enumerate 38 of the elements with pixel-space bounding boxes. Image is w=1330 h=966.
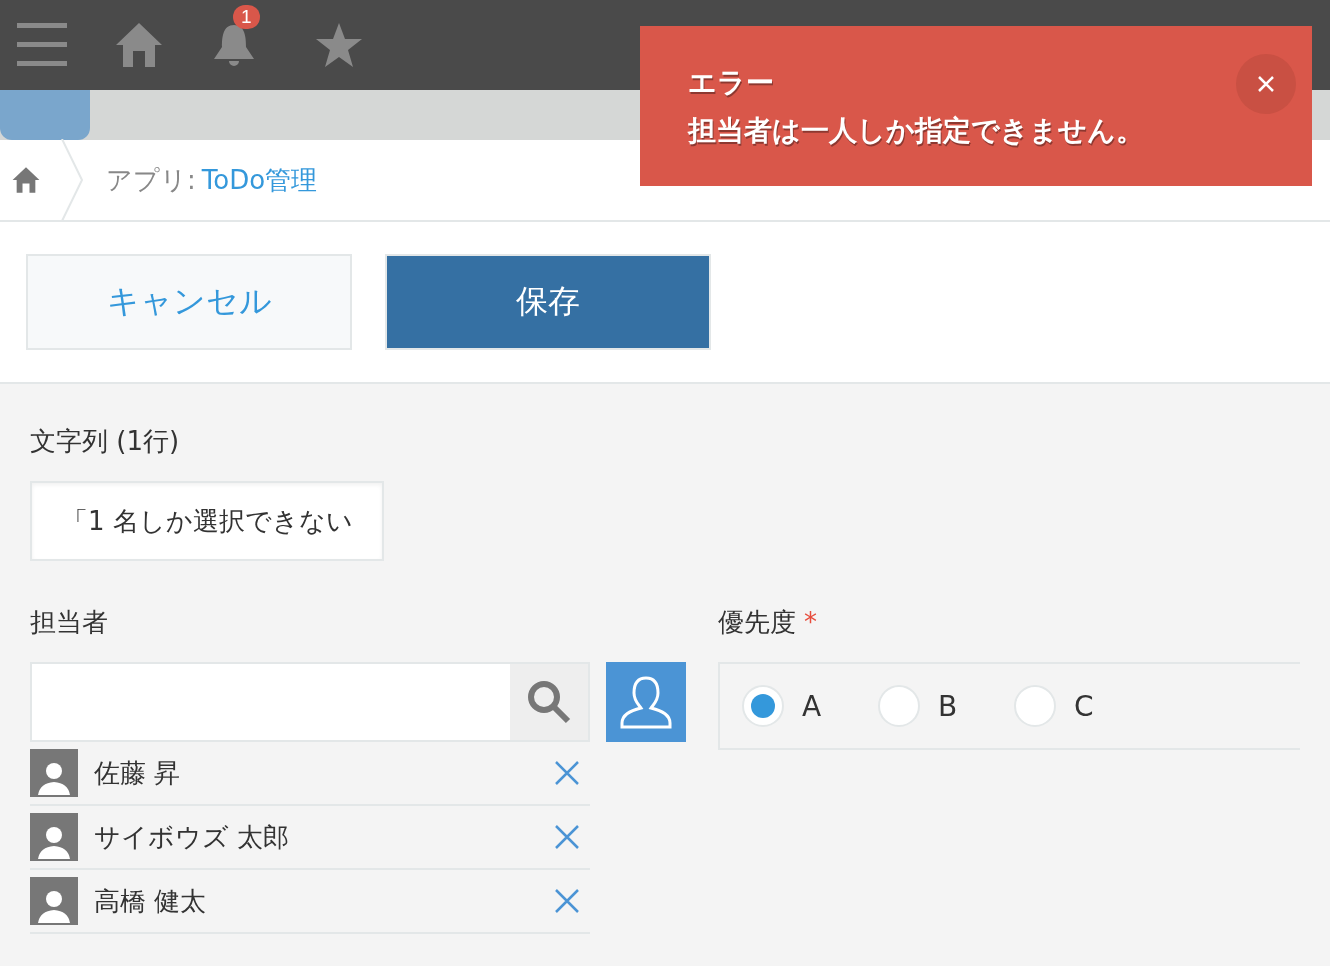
- breadcrumb-prefix: アプリ:: [106, 163, 196, 197]
- close-icon: [554, 760, 580, 786]
- user-name: 高橋 健太: [94, 884, 208, 918]
- home-button[interactable]: [115, 21, 163, 69]
- close-icon: [554, 888, 580, 914]
- search-button[interactable]: [510, 664, 588, 740]
- home-icon: [115, 21, 163, 69]
- field-label: 優先度: [718, 607, 796, 637]
- text-field[interactable]: 「1 名しか選択できない: [30, 481, 384, 561]
- user-picker-button[interactable]: [606, 662, 686, 742]
- toast-title: エラー: [688, 65, 775, 101]
- remove-button[interactable]: [554, 760, 580, 786]
- user-search-field[interactable]: [30, 662, 590, 742]
- radio-button[interactable]: [878, 685, 920, 727]
- radio-button[interactable]: [742, 685, 784, 727]
- radio-option[interactable]: B: [878, 685, 1014, 727]
- field-label: 担当者: [30, 606, 109, 639]
- remove-button[interactable]: [554, 824, 580, 850]
- remove-button[interactable]: [554, 888, 580, 914]
- close-icon: [1257, 75, 1275, 93]
- radio-button[interactable]: [1014, 685, 1056, 727]
- menu-icon: [17, 21, 67, 69]
- search-icon: [526, 679, 572, 725]
- radio-option[interactable]: C: [1014, 685, 1150, 727]
- favorites-button[interactable]: [315, 22, 363, 68]
- notification-badge: 1: [233, 5, 260, 29]
- radio-option[interactable]: A: [742, 685, 878, 727]
- field-label: 文字列 (1行): [30, 425, 181, 458]
- notification-button[interactable]: 1: [211, 3, 267, 69]
- user-name: サイボウズ 太郎: [94, 820, 291, 854]
- save-button[interactable]: 保存: [385, 254, 711, 350]
- toast-message: 担当者は一人しか指定できません。: [688, 113, 1145, 149]
- menu-button[interactable]: [17, 21, 67, 69]
- home-icon: [12, 166, 40, 194]
- required-mark: *: [804, 607, 817, 637]
- user-name: 佐藤 昇: [94, 756, 182, 790]
- close-icon: [554, 824, 580, 850]
- star-icon: [315, 22, 363, 68]
